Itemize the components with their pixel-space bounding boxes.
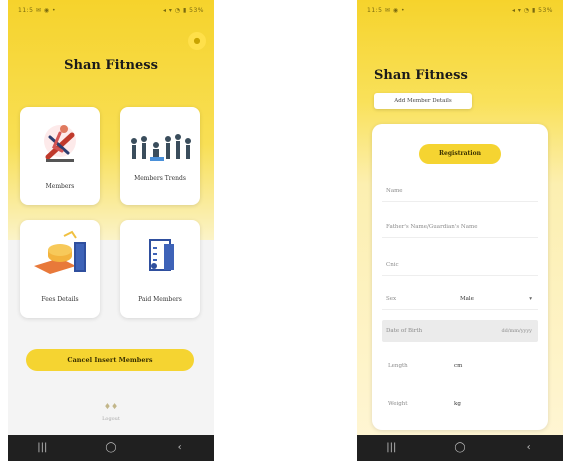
status-right: ◂ ▾ ◔ ▮ 53% (162, 6, 204, 14)
add-member-details-button[interactable]: Add Member Details (374, 93, 472, 109)
weight-field[interactable]: Weight kg (382, 392, 538, 416)
paid-members-label: Paid Members (138, 296, 182, 303)
home-icon[interactable]: ◯ (96, 435, 126, 461)
coins-books-icon (34, 230, 86, 274)
cnic-placeholder: Cnic (386, 262, 399, 268)
length-unit: cm (454, 363, 463, 369)
paid-members-card[interactable]: Paid Members (120, 220, 200, 318)
name-placeholder: Name (386, 188, 403, 194)
app-title: Shan Fitness (64, 58, 158, 73)
registration-button[interactable]: Registration (419, 144, 501, 164)
recent-apps-icon[interactable]: ||| (376, 435, 406, 461)
sex-select[interactable]: Sex Male ▾ (382, 288, 538, 310)
dob-label: Date of Birth (386, 328, 423, 334)
home-icon[interactable]: ◯ (445, 435, 475, 461)
android-nav-bar: ||| ◯ ‹ (8, 435, 214, 461)
back-icon[interactable]: ‹ (514, 435, 544, 461)
logout-label[interactable]: Logout (91, 416, 131, 422)
status-bar: 11:5 ✉ ◉ • ◂ ▾ ◔ ▮ 53% (357, 0, 563, 20)
father-name-placeholder: Father's Name/Guardian's Name (386, 224, 478, 230)
length-label: Length (388, 363, 408, 369)
fees-details-card[interactable]: Fees Details (20, 220, 100, 318)
members-trends-label: Members Trends (134, 175, 186, 182)
home-screen: 11:5 ✉ ◉ • ◂ ▾ ◔ ▮ 53% ● Shan Fitness Me… (8, 0, 214, 461)
status-left: 11:5 ✉ ◉ • (18, 6, 56, 14)
name-field[interactable]: Name (382, 180, 538, 202)
back-icon[interactable]: ‹ (165, 435, 195, 461)
exercise-bike-icon (44, 125, 76, 162)
status-right: ◂ ▾ ◔ ▮ 53% (511, 6, 553, 14)
app-title: Shan Fitness (374, 68, 468, 83)
checklist-icon (149, 239, 174, 271)
registration-form: Registration Name Father's Name/Guardian… (372, 124, 548, 430)
chevron-down-icon: ▾ (529, 296, 532, 302)
profile-icon[interactable]: ● (188, 32, 206, 50)
status-left: 11:5 ✉ ◉ • (367, 6, 405, 14)
weight-unit: kg (454, 401, 461, 407)
sex-value: Male (460, 296, 474, 302)
cnic-field[interactable]: Cnic (382, 254, 538, 276)
sex-label: Sex (386, 296, 397, 302)
people-group-icon (131, 134, 191, 161)
members-label: Members (45, 183, 75, 190)
status-bar: 11:5 ✉ ◉ • ◂ ▾ ◔ ▮ 53% (8, 0, 214, 20)
registration-screen: 11:5 ✉ ◉ • ◂ ▾ ◔ ▮ 53% Shan Fitness Add … (357, 0, 563, 461)
length-field[interactable]: Length cm (382, 354, 538, 378)
recent-apps-icon[interactable]: ||| (27, 435, 57, 461)
date-of-birth-field[interactable]: Date of Birth dd/mm/yyyy (382, 320, 538, 342)
members-trends-card[interactable]: Members Trends (120, 107, 200, 205)
members-card[interactable]: Members (20, 107, 100, 205)
fees-details-label: Fees Details (41, 296, 79, 303)
cancel-insert-members-button[interactable]: Cancel Insert Members (26, 349, 194, 371)
weight-label: Weight (388, 401, 408, 407)
father-name-field[interactable]: Father's Name/Guardian's Name (382, 216, 538, 238)
dob-value: dd/mm/yyyy (501, 328, 532, 334)
logout-icon[interactable]: ♦♦ (100, 402, 122, 411)
android-nav-bar: ||| ◯ ‹ (357, 435, 563, 461)
